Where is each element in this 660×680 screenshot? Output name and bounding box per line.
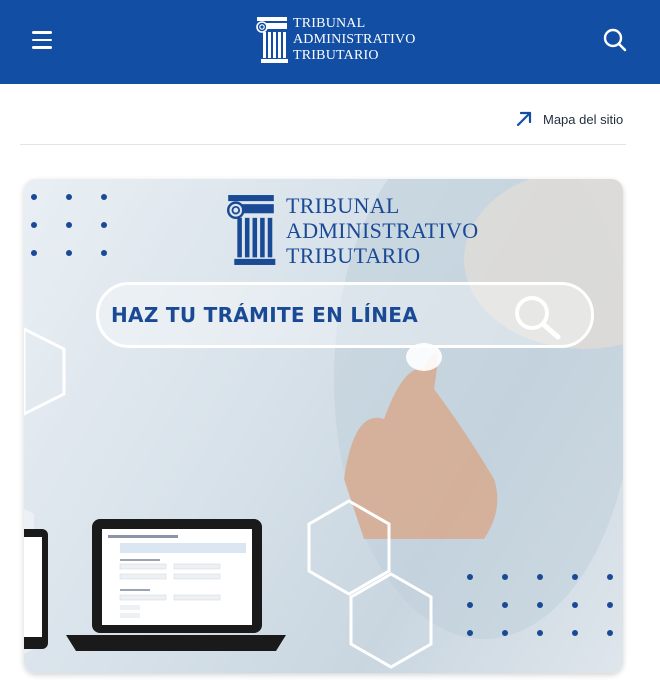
logo-line-1: TRIBUNAL bbox=[293, 16, 366, 31]
banner-logo-wordmark: TRIBUNAL ADMINISTRATIVO TRIBUTARIO bbox=[286, 193, 478, 268]
divider bbox=[20, 144, 626, 145]
magnifier-icon bbox=[515, 296, 561, 340]
online-procedure-banner[interactable]: TRIBUNAL ADMINISTRATIVO TRIBUTARIO HAZ T… bbox=[24, 179, 623, 673]
banner-logo-line-3: TRIBUTARIO bbox=[286, 242, 421, 268]
logo-wordmark: TRIBUNAL ADMINISTRATIVO TRIBUTARIO bbox=[293, 16, 416, 64]
search-button[interactable] bbox=[602, 27, 628, 53]
site-logo[interactable]: TRIBUNAL ADMINISTRATIVO TRIBUTARIO bbox=[255, 14, 416, 66]
logo-line-2: ADMINISTRATIVO bbox=[293, 32, 416, 47]
banner-headline: HAZ TU TRÁMITE EN LÍNEA bbox=[111, 303, 418, 327]
ionic-column-logo bbox=[256, 17, 288, 63]
menu-button[interactable] bbox=[30, 28, 54, 52]
hamburger-menu-icon bbox=[32, 31, 52, 34]
sitemap-label: Mapa del sitio bbox=[543, 111, 624, 127]
ionic-column-logo bbox=[226, 195, 276, 265]
logo-line-3: TRIBUTARIO bbox=[293, 48, 379, 63]
banner-logo: TRIBUNAL ADMINISTRATIVO TRIBUTARIO bbox=[222, 191, 478, 269]
site-header: TRIBUNAL ADMINISTRATIVO TRIBUTARIO bbox=[0, 0, 660, 84]
banner-logo-line-1: TRIBUNAL bbox=[286, 192, 400, 218]
search-icon bbox=[603, 28, 627, 52]
arrow-up-right-icon bbox=[516, 111, 532, 127]
banner-search-pill: HAZ TU TRÁMITE EN LÍNEA bbox=[96, 282, 594, 348]
sitemap-link[interactable]: Mapa del sitio bbox=[515, 108, 623, 130]
banner-logo-line-2: ADMINISTRATIVO bbox=[286, 217, 479, 243]
